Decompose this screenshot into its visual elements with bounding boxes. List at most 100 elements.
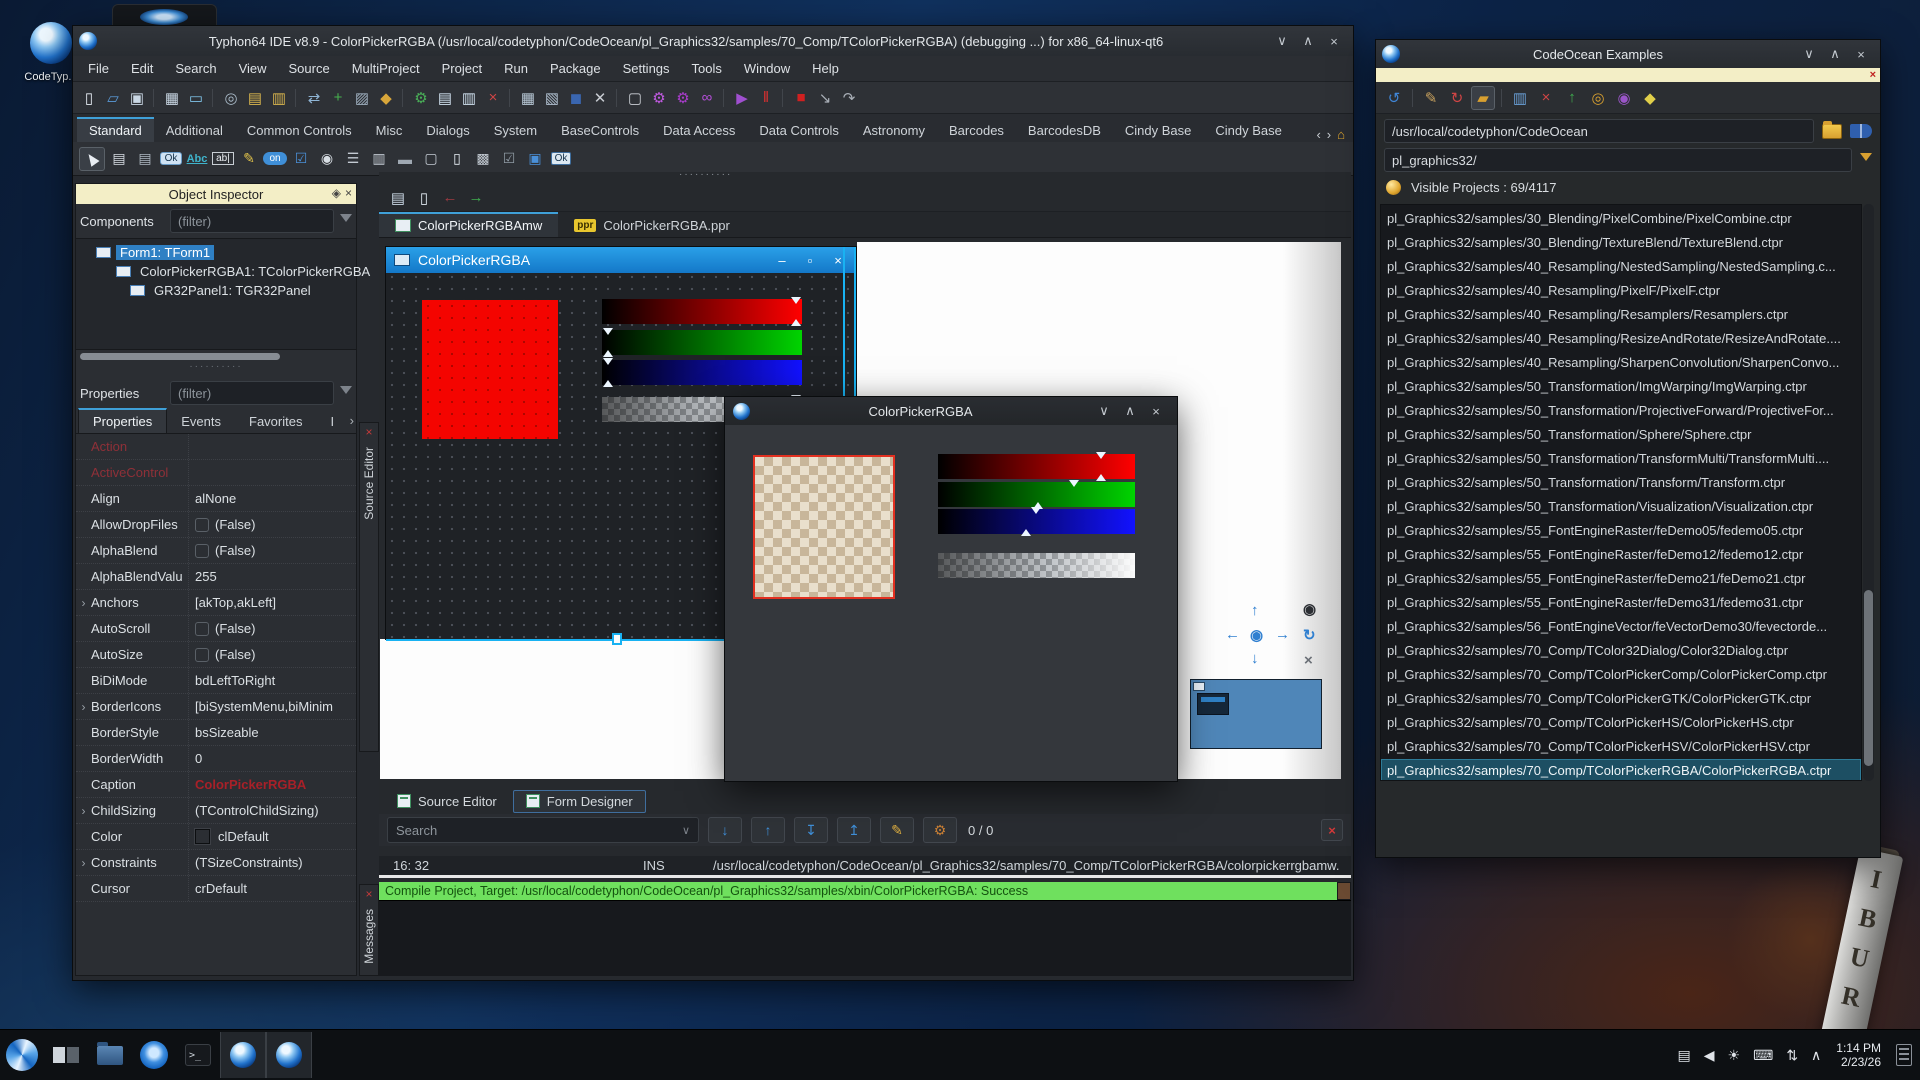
blue-slider[interactable]	[602, 360, 802, 385]
project-list-item[interactable]: pl_Graphics32/samples/50_Transformation/…	[1381, 399, 1861, 423]
green-slider[interactable]	[602, 330, 802, 355]
messages-scrollbar[interactable]	[1337, 882, 1351, 900]
property-value[interactable]: 0	[188, 746, 356, 771]
checkbox-component[interactable]: ☑	[289, 147, 313, 171]
copy-icon[interactable]: ▥	[1508, 86, 1532, 110]
popupmenu-component[interactable]: ▤	[133, 147, 157, 171]
project-list-item[interactable]: pl_Graphics32/samples/30_Blending/PixelC…	[1381, 207, 1861, 231]
button-component[interactable]: Ok	[159, 147, 183, 171]
menu-item[interactable]: Edit	[122, 59, 162, 78]
nav-down-icon[interactable]: ↓	[1251, 650, 1259, 667]
palette-tab[interactable]: Misc	[364, 119, 415, 142]
nav-center-icon[interactable]: ◉	[1250, 626, 1263, 644]
property-row[interactable]: › BiDiMode bdLeftToRight	[76, 668, 356, 694]
messages-dock-strip[interactable]: × Messages	[359, 884, 379, 976]
property-value[interactable]: (TSizeConstraints)	[188, 850, 356, 875]
property-value[interactable]: bsSizeable	[188, 720, 356, 745]
property-value[interactable]: crDefault	[188, 876, 356, 901]
palette-tab[interactable]: BaseControls	[549, 119, 651, 142]
view-forms-icon[interactable]: ▥	[457, 86, 481, 110]
save-all-icon[interactable]: ▦	[160, 86, 184, 110]
property-value[interactable]: bdLeftToRight	[188, 668, 356, 693]
memo-component[interactable]: ✎	[237, 147, 261, 171]
menu-item[interactable]: Help	[803, 59, 848, 78]
document-tab[interactable]: ppr ColorPickerRGBA.ppr	[558, 214, 746, 237]
minimize-button[interactable]: ∨	[1796, 46, 1822, 62]
pin-icon[interactable]: ◈	[332, 186, 341, 200]
project-list-item[interactable]: pl_Graphics32/samples/50_Transformation/…	[1381, 495, 1861, 519]
slider-marker[interactable]	[603, 328, 613, 335]
nav-right-icon[interactable]: →	[1275, 626, 1290, 643]
checkbox[interactable]	[195, 518, 209, 532]
tree-item[interactable]: ColorPickerRGBA1: TColorPickerRGBA	[76, 262, 356, 281]
palette-tab[interactable]: Data Controls	[747, 119, 850, 142]
show-desktop-button[interactable]	[1896, 1044, 1912, 1066]
project-list-scrollbar[interactable]	[1863, 204, 1874, 781]
palette-tab[interactable]: System	[482, 119, 549, 142]
menu-item[interactable]: Run	[495, 59, 537, 78]
expand-arrow-icon[interactable]: ›	[76, 700, 91, 714]
sync-icon[interactable]: ↺	[1382, 86, 1406, 110]
slider-marker[interactable]	[1031, 507, 1041, 514]
unit-list-icon[interactable]: ▤	[387, 187, 409, 209]
frame-component[interactable]: ▯	[445, 147, 469, 171]
inspector-tab[interactable]: Properties	[78, 408, 167, 433]
project-list-item[interactable]: pl_Graphics32/samples/50_Transformation/…	[1381, 471, 1861, 495]
refresh-icon[interactable]: ↻	[1445, 86, 1469, 110]
add-unit-icon[interactable]: +	[326, 86, 350, 110]
search-options-icon[interactable]: ⚙	[923, 817, 957, 843]
project-list-item[interactable]: pl_Graphics32/samples/30_Blending/Textur…	[1381, 231, 1861, 255]
cut-icon[interactable]: ✕	[588, 86, 612, 110]
property-row[interactable]: › AllowDropFiles (False)	[76, 512, 356, 538]
start-menu-button[interactable]	[0, 1033, 44, 1077]
close-button[interactable]: ×	[828, 253, 848, 268]
forms-icon[interactable]: ▥	[267, 86, 291, 110]
project-list-item[interactable]: pl_Graphics32/samples/50_Transformation/…	[1381, 447, 1861, 471]
source-editor-dock-strip[interactable]: × Source Editor	[359, 422, 379, 752]
filter-input[interactable]: pl_graphics32/	[1384, 148, 1852, 172]
property-row[interactable]: › BorderStyle bsSizeable	[76, 720, 356, 746]
step-over-icon[interactable]: ↷	[837, 86, 861, 110]
expand-arrow-icon[interactable]: ›	[76, 596, 91, 610]
chevron-down-icon[interactable]: ∨	[682, 824, 690, 837]
codeocean-titlebar[interactable]: CodeOcean Examples ∨ ∧ ×	[1376, 40, 1880, 68]
help-book-icon[interactable]	[1850, 124, 1872, 138]
minimize-button[interactable]: ∨	[1269, 33, 1295, 49]
property-row[interactable]: › Align alNone	[76, 486, 356, 512]
gold-icon[interactable]: ◆	[374, 86, 398, 110]
palette-scroll-left-icon[interactable]: ‹	[1316, 127, 1320, 142]
property-row[interactable]: › Color clDefault	[76, 824, 356, 850]
actionlist-component[interactable]: ☑	[497, 147, 521, 171]
property-value[interactable]	[188, 434, 356, 459]
find-icon[interactable]: ◎	[219, 86, 243, 110]
save-icon[interactable]: ▣	[125, 86, 149, 110]
new-form-icon[interactable]: ▭	[184, 86, 208, 110]
project-list-item[interactable]: pl_Graphics32/samples/70_Comp/TColorPick…	[1381, 735, 1861, 759]
search-files-icon[interactable]: ▧	[540, 86, 564, 110]
network-icon[interactable]: ⇅	[1786, 1047, 1798, 1064]
inspector-tab[interactable]: I	[316, 410, 348, 433]
project-list-item[interactable]: pl_Graphics32/samples/50_Transformation/…	[1381, 423, 1861, 447]
close-icon[interactable]: ×	[345, 186, 352, 200]
checkbox[interactable]	[195, 622, 209, 636]
tree-item[interactable]: GR32Panel1: TGR32Panel	[76, 281, 356, 300]
scrollbar-thumb[interactable]	[1864, 590, 1873, 766]
close-icon[interactable]: ×	[365, 425, 372, 439]
highlight-icon[interactable]: ✎	[880, 817, 914, 843]
palette-tab[interactable]: Common Controls	[235, 119, 364, 142]
refresh-icon[interactable]: ↻	[1303, 626, 1316, 644]
scrollbar-component[interactable]: ▬	[393, 147, 417, 171]
tree-item[interactable]: Form1: TForm1	[76, 243, 356, 262]
stop-icon[interactable]: ■	[789, 86, 813, 110]
build-gear-icon[interactable]: ⚙	[647, 86, 671, 110]
combobox-component[interactable]: ▥	[367, 147, 391, 171]
expand-arrow-icon[interactable]: ›	[76, 856, 91, 870]
menu-item[interactable]: Project	[433, 59, 491, 78]
slider-marker[interactable]	[1069, 480, 1079, 487]
palette-tab[interactable]: Standard	[77, 117, 154, 142]
property-row[interactable]: › AlphaBlendValu 255	[76, 564, 356, 590]
project-list-item[interactable]: pl_Graphics32/samples/55_FontEngineRaste…	[1381, 519, 1861, 543]
menu-item[interactable]: MultiProject	[343, 59, 429, 78]
label-component[interactable]: Abc	[185, 147, 209, 171]
desktop-pager[interactable]	[44, 1033, 88, 1077]
